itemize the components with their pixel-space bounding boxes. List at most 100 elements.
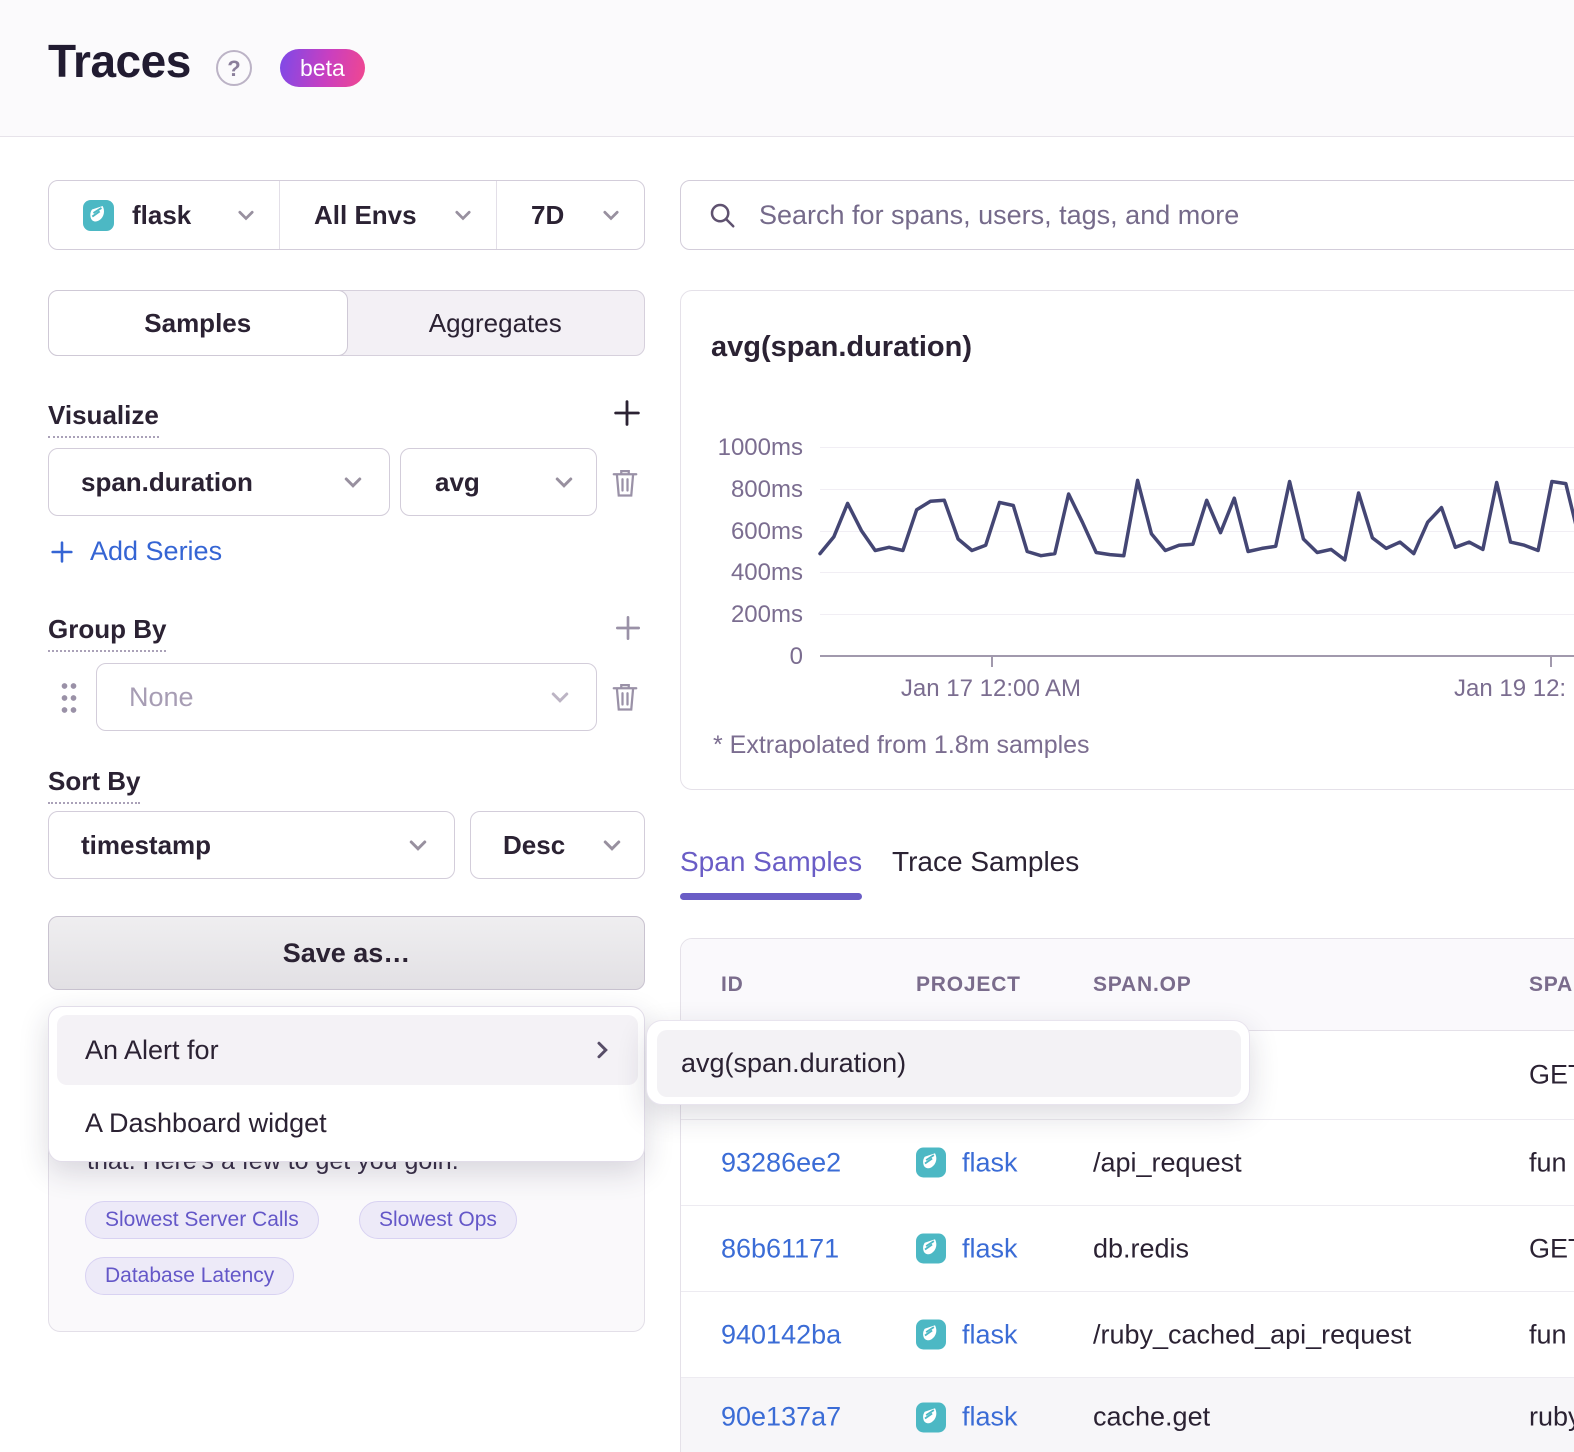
visualize-aggregate-value: avg	[435, 467, 480, 498]
chip-slowest-ops[interactable]: Slowest Ops	[359, 1201, 517, 1239]
span-op-cell: /ruby_cached_api_request	[1093, 1319, 1411, 1350]
y-tick-label: 1000ms	[681, 434, 803, 462]
chevron-down-icon	[600, 833, 624, 857]
help-icon[interactable]: ?	[216, 50, 252, 86]
page-header: Traces ? beta	[0, 0, 1574, 137]
table-row[interactable]: 93286ee2 flask /api_request fun	[681, 1120, 1574, 1206]
period-label: 7D	[531, 200, 564, 231]
search-bar	[680, 180, 1574, 250]
x-tick-label-jan19: Jan 19 12:	[1454, 675, 1566, 703]
save-as-menu: An Alert for A Dashboard widget	[48, 1006, 645, 1162]
menu-item-label: A Dashboard widget	[85, 1108, 327, 1139]
project-selector[interactable]: flask	[49, 181, 279, 249]
project-cell[interactable]: flask	[916, 1402, 1018, 1433]
span-op-cell: cache.get	[1093, 1402, 1210, 1433]
sort-field-value: timestamp	[81, 830, 211, 861]
chip-slowest-server-calls[interactable]: Slowest Server Calls	[85, 1201, 319, 1239]
tab-samples[interactable]: Samples	[48, 290, 348, 356]
tab-span-samples[interactable]: Span Samples	[680, 846, 862, 878]
submenu-item-avg-span-duration[interactable]: avg(span.duration)	[657, 1030, 1241, 1097]
x-tick	[991, 657, 993, 667]
project-link[interactable]: flask	[962, 1319, 1018, 1350]
search-icon	[707, 200, 737, 230]
y-tick-label: 400ms	[681, 559, 803, 587]
flask-project-icon	[916, 1320, 946, 1350]
add-group-button[interactable]	[612, 612, 644, 644]
drag-handle[interactable]	[58, 680, 80, 716]
span-id-link[interactable]: 940142ba	[721, 1319, 841, 1350]
span-samples-table: ID PROJECT SPAN.OP SPA GET 93286ee2 flas…	[680, 938, 1574, 1452]
x-tick-label-jan17: Jan 17 12:00 AM	[851, 675, 1131, 703]
column-header-project: PROJECT	[916, 973, 1021, 997]
visualize-aggregate-select[interactable]: avg	[400, 448, 597, 516]
save-as-button[interactable]: Save as…	[48, 916, 645, 990]
span-description-cell: fun	[1529, 1319, 1567, 1350]
menu-item-dashboard-widget[interactable]: A Dashboard widget	[57, 1091, 638, 1155]
chevron-right-icon	[590, 1038, 614, 1062]
tab-aggregates[interactable]: Aggregates	[347, 291, 645, 355]
sort-field-select[interactable]: timestamp	[48, 811, 455, 879]
project-link[interactable]: flask	[962, 1402, 1018, 1433]
span-description-cell: GET	[1529, 1233, 1574, 1264]
chevron-down-icon	[406, 833, 430, 857]
menu-item-an-alert-for[interactable]: An Alert for	[57, 1015, 638, 1085]
group-by-label: Group By	[48, 614, 166, 652]
span-op-cell: /api_request	[1093, 1147, 1242, 1178]
table-row[interactable]: 940142ba flask /ruby_cached_api_request …	[681, 1292, 1574, 1378]
page-title: Traces	[48, 34, 191, 88]
add-series-button[interactable]: Add Series	[48, 536, 222, 567]
span-description-cell: ruby	[1529, 1402, 1574, 1433]
chevron-down-icon	[452, 204, 474, 226]
span-id-link[interactable]: 90e137a7	[721, 1402, 841, 1433]
chevron-down-icon	[552, 470, 576, 494]
traces-page: Traces ? beta flask All Envs 7D Samples …	[0, 0, 1574, 1452]
delete-series-button[interactable]	[610, 466, 640, 500]
table-header: ID PROJECT SPAN.OP SPA	[681, 939, 1574, 1031]
duration-line-series	[820, 480, 1574, 563]
table-row[interactable]: 86b61171 flask db.redis GET	[681, 1206, 1574, 1292]
flask-project-icon	[916, 1402, 946, 1432]
period-selector[interactable]: 7D	[497, 181, 644, 249]
flask-project-icon	[83, 200, 114, 231]
delete-group-button[interactable]	[610, 680, 640, 714]
chip-database-latency[interactable]: Database Latency	[85, 1257, 294, 1295]
flask-project-icon	[916, 1148, 946, 1178]
column-header-span-op: SPAN.OP	[1093, 973, 1192, 997]
chart-footnote: * Extrapolated from 1.8m samples	[713, 731, 1090, 760]
visualize-field-value: span.duration	[81, 467, 253, 498]
tab-trace-samples[interactable]: Trace Samples	[892, 846, 1079, 878]
chart-title: avg(span.duration)	[711, 331, 972, 364]
visualize-field-select[interactable]: span.duration	[48, 448, 390, 516]
scope-selector: flask All Envs 7D	[48, 180, 645, 250]
flask-project-icon	[916, 1234, 946, 1264]
group-by-select[interactable]: None	[96, 663, 597, 731]
environment-label: All Envs	[314, 200, 417, 231]
project-link[interactable]: flask	[962, 1233, 1018, 1264]
plus-icon	[48, 538, 76, 566]
y-tick-label: 200ms	[681, 601, 803, 629]
sort-direction-select[interactable]: Desc	[470, 811, 645, 879]
sort-by-label: Sort By	[48, 766, 140, 804]
active-tab-underline	[680, 893, 862, 900]
x-tick	[1550, 657, 1552, 667]
chevron-down-icon	[341, 470, 365, 494]
table-row[interactable]: 90e137a7 flask cache.get ruby	[681, 1378, 1574, 1452]
environment-selector[interactable]: All Envs	[280, 181, 496, 249]
chart-panel: avg(span.duration) 1000ms 800ms 600ms 40…	[680, 290, 1574, 790]
search-input[interactable]	[759, 200, 1519, 231]
span-id-link[interactable]: 86b61171	[721, 1233, 839, 1264]
mode-toggle: Samples Aggregates	[48, 290, 645, 356]
project-cell[interactable]: flask	[916, 1233, 1018, 1264]
chevron-down-icon	[548, 685, 572, 709]
span-description-cell: fun	[1529, 1147, 1567, 1178]
column-header-span-description: SPA	[1529, 973, 1573, 997]
project-cell[interactable]: flask	[916, 1319, 1018, 1350]
y-tick-label: 0	[681, 643, 803, 671]
y-tick-label: 600ms	[681, 518, 803, 546]
alert-submenu: avg(span.duration)	[646, 1020, 1250, 1105]
span-id-link[interactable]: 93286ee2	[721, 1147, 841, 1178]
add-visualize-button[interactable]	[610, 396, 644, 430]
project-link[interactable]: flask	[962, 1147, 1018, 1178]
duration-line-chart	[820, 447, 1574, 656]
project-cell[interactable]: flask	[916, 1147, 1018, 1178]
